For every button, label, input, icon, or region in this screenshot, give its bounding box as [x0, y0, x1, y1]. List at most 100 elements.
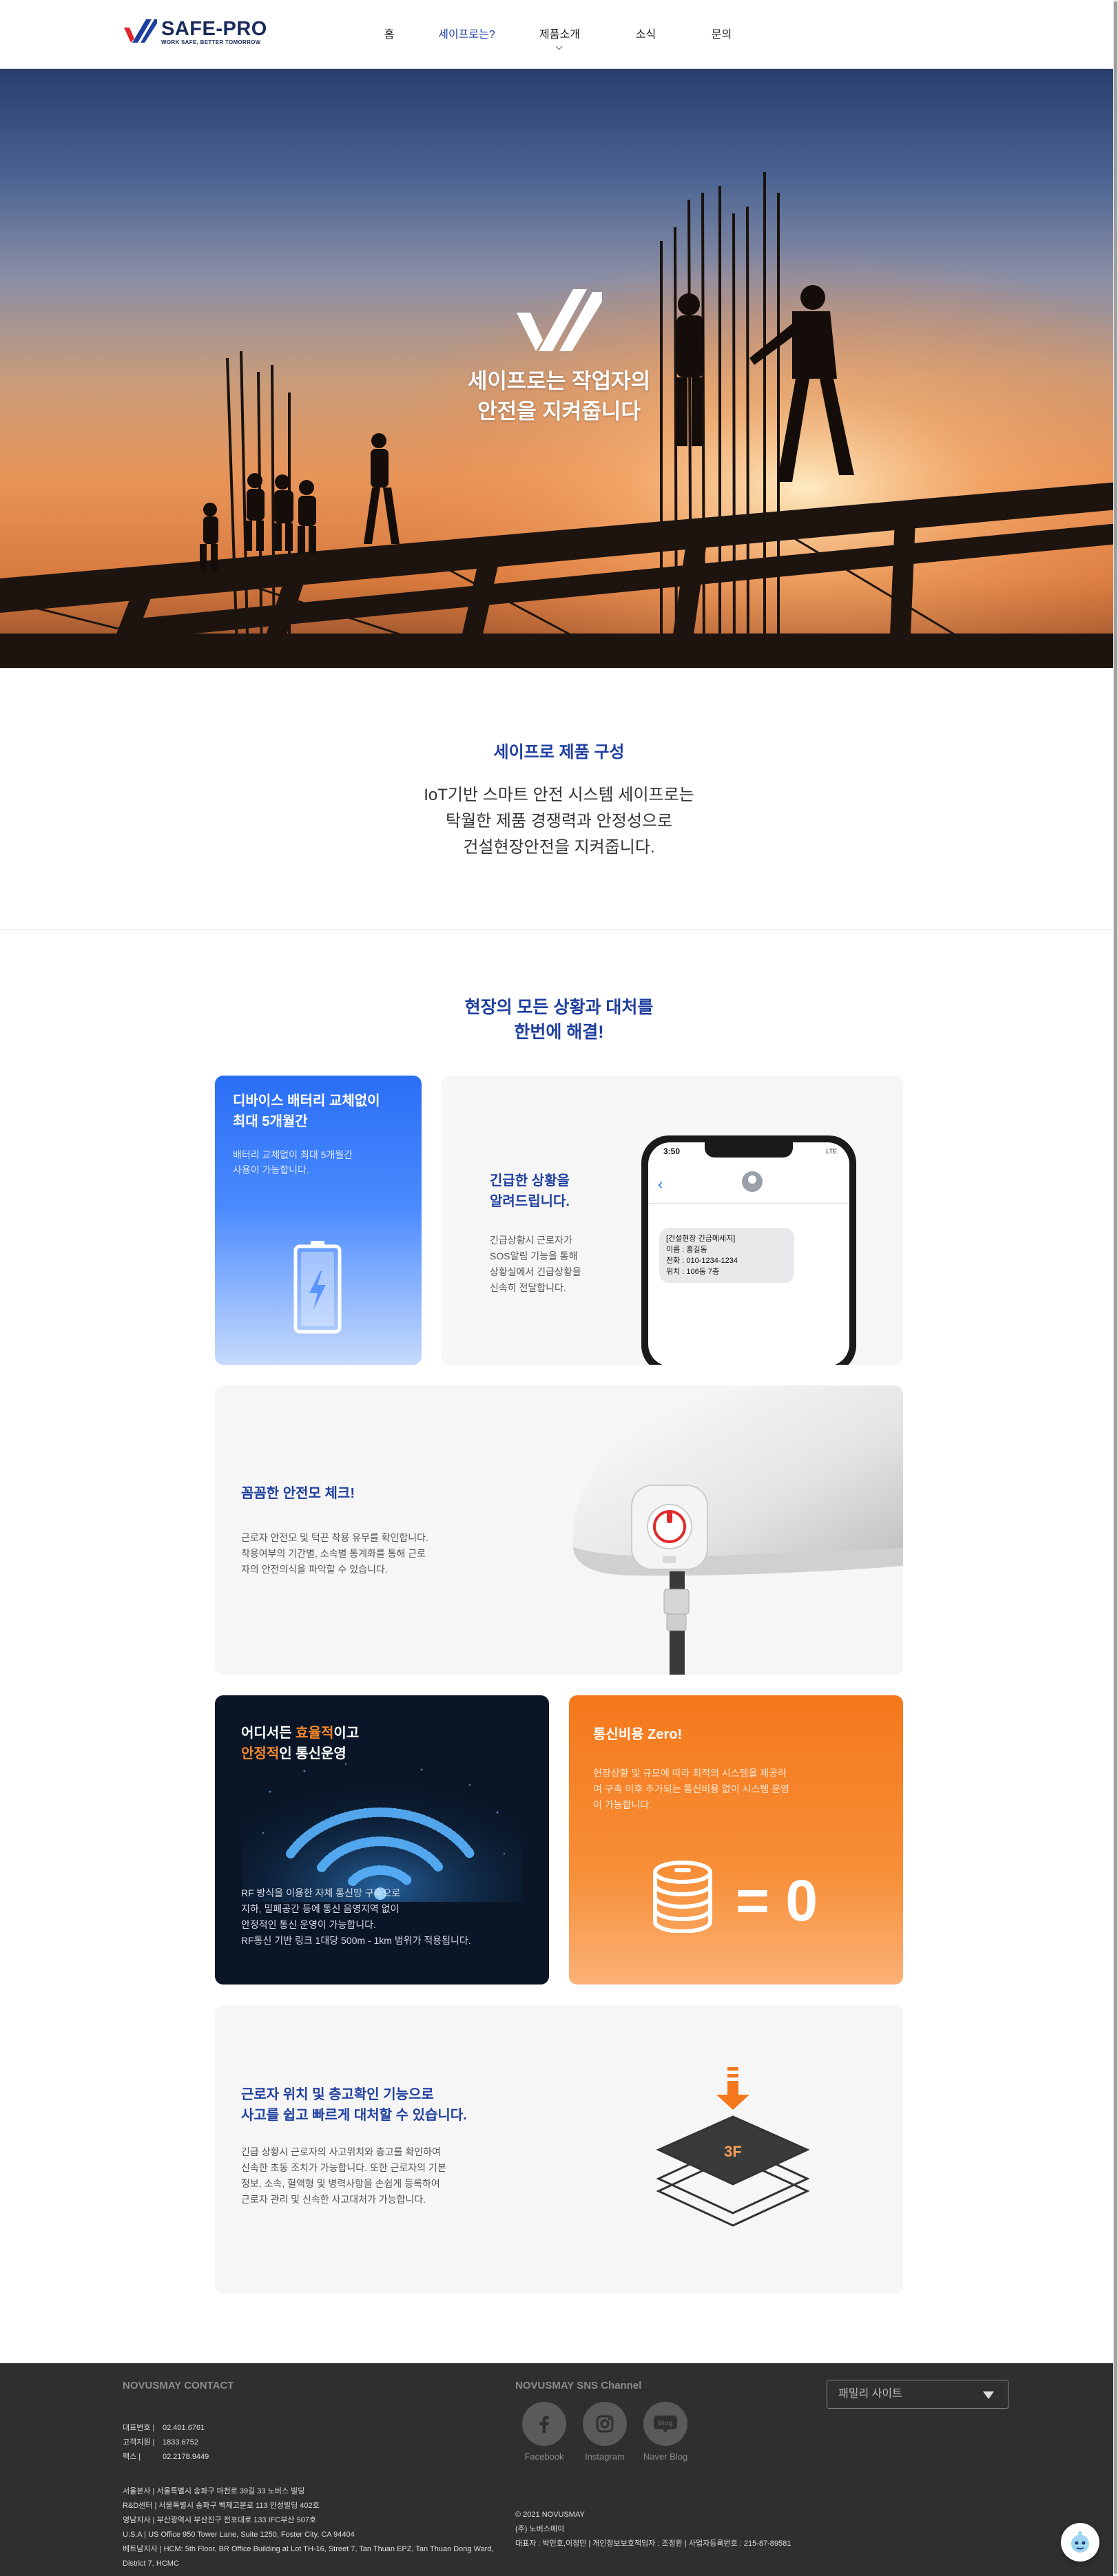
naver-blog-link[interactable]: blog Naver Blog: [635, 2402, 696, 2462]
sos-desc-line-2: SOS알림 기능을 통해: [490, 1250, 578, 1261]
contact-value: 02.2178.9449: [163, 2453, 209, 2461]
location-title-line-2: 사고를 쉽고 빠르게 대처할 수 있습니다.: [241, 2108, 467, 2123]
floor-label: 3F: [724, 2143, 742, 2160]
contact-avatar-icon: [742, 1171, 763, 1192]
contact-label: 대표번호 |: [123, 2424, 155, 2432]
page-scrollbar-thumb[interactable]: [1114, 1, 1117, 2574]
comm-title-b: 이고: [333, 1726, 360, 1741]
hardhat-sensor-icon: [572, 1385, 903, 1675]
sos-desc-line-3: 상황실에서 긴급상황을: [490, 1266, 581, 1277]
sos-desc-line-1: 긴급상황시 근로자가: [490, 1235, 572, 1246]
comm-desc-line-4: RF통신 기반 링크 1대당 500m - 1km 범위가 적용됩니다.: [241, 1935, 471, 1946]
location-feature-card: 근로자 위치 및 층고확인 기능으로 사고를 쉽고 빠르게 대처할 수 있습니다…: [215, 2005, 903, 2294]
family-site-select[interactable]: 패밀리 사이트: [827, 2380, 1008, 2409]
naver-blog-icon: blog: [643, 2402, 687, 2446]
battery-title-line-2: 최대 5개월간: [233, 1114, 308, 1129]
cost-desc-line-1: 현장상황 및 규모에 따라 최적의 시스템을 제공하: [593, 1768, 787, 1779]
sos-desc-line-4: 신속히 전달합니다.: [490, 1282, 566, 1293]
address-line: R&D센터 | 서울특별시 송파구 백제고분로 113 안성빌딩 402호: [123, 2502, 320, 2510]
features-title-line-1: 현장의 모든 상황과 대처를: [464, 998, 654, 1017]
nav-home[interactable]: 홈: [358, 25, 420, 41]
main-nav: 홈 세이프로는? 제품소개 소식 문의: [358, 25, 758, 50]
battery-card-desc: 배터리 교체없이 최대 5개월간 사용이 가능합니다.: [233, 1147, 353, 1177]
location-desc-line-4: 근로자 관리 및 신속한 사고대처가 가능합니다.: [241, 2194, 426, 2205]
features-title: 현장의 모든 상황과 대처를 한번에 해결!: [0, 995, 1118, 1045]
naver-blog-label: Naver Blog: [643, 2451, 688, 2462]
zero-cost-feature-card: 통신비용 Zero! 현장상황 및 규모에 따라 최적의 시스템을 제공하 여 …: [569, 1695, 903, 1985]
svg-text:blog: blog: [658, 2420, 672, 2427]
logo-title: SAFE-PRO: [161, 17, 267, 40]
contact-label: 팩스 |: [123, 2453, 141, 2461]
phone-notch: [705, 1142, 793, 1158]
phone-screen: 3:50 LTE ‹ [건설현장 긴급메세지] 이름 : 홍길동 전화 : 01…: [648, 1142, 849, 1365]
helmet-card-desc: 근로자 안전모 및 턱끈 착용 유무를 확인합니다. 착용여부의 기간별, 소속…: [241, 1530, 428, 1578]
nav-news[interactable]: 소식: [606, 25, 685, 41]
instagram-label: Instagram: [585, 2451, 625, 2462]
comm-title-a: 어디서든: [241, 1726, 296, 1741]
sos-card-desc: 긴급상황시 근로자가 SOS알림 기능을 통해 상황실에서 긴급상황을 신속히 …: [490, 1233, 581, 1296]
footer-contact-heading: NOVUSMAY CONTACT: [123, 2380, 234, 2391]
comm-desc-line-2: 지하, 밀폐공간 등에 통신 음영지역 없이: [241, 1903, 400, 1914]
helmet-feature-card: 꼼꼼한 안전모 체크! 근로자 안전모 및 턱끈 착용 유무를 확인합니다. 착…: [215, 1385, 903, 1675]
rf-comm-feature-card: 어디서든 효율적이고 안정적인 통신운영 RF 방식을 이용한 자체 통신망 구…: [215, 1695, 549, 1985]
hero-line-2: 안전을 지켜줍니다: [477, 399, 641, 423]
battery-desc-line-1: 배터리 교체없이 최대 5개월간: [233, 1149, 353, 1160]
site-footer: NOVUSMAY CONTACT 대표번호 | 02.401.6761 고객지원 …: [0, 2363, 1118, 2576]
comm-title-highlight-1: 효율적: [296, 1726, 334, 1741]
footer-contact-row: 팩스 | 02.2178.9449: [123, 2450, 209, 2464]
intro-line-3: 건설현장안전을 지켜줍니다.: [463, 838, 655, 857]
facebook-label: Facebook: [524, 2451, 564, 2462]
msg-line-4: 위치 : 106동 7층: [666, 1268, 720, 1276]
msg-line-2: 이름 : 홍길동: [666, 1246, 707, 1254]
sos-card-title: 긴급한 상황을 알려드립니다.: [490, 1171, 570, 1212]
msg-line-1: [건설현장 긴급메세지]: [666, 1235, 736, 1243]
footer-contact-row: 고객지원 | 1833.6752: [123, 2436, 209, 2450]
nav-products[interactable]: 제품소개: [513, 25, 606, 50]
copyright: © 2021 NOVUSMAY: [515, 2511, 585, 2519]
location-desc-line-3: 정보, 소속, 혈액형 및 병력사항을 손쉽게 등록하여: [241, 2178, 440, 2189]
address-line: District 7, HCMC: [123, 2559, 179, 2568]
footer-contact-list: 대표번호 | 02.401.6761 고객지원 | 1833.6752 팩스 | 02…: [123, 2421, 209, 2464]
logo[interactable]: SAFE-PRO WORK SAFE, BETTER TOMORROW: [123, 18, 267, 45]
nav-products-label: 제품소개: [539, 29, 580, 41]
battery-desc-line-2: 사용이 가능합니다.: [233, 1164, 309, 1175]
battery-card-title: 디바이스 배터리 교체없이 최대 5개월간: [233, 1091, 380, 1132]
chatbot-button[interactable]: [1061, 2523, 1099, 2562]
footer-address-list: 서울본사 | 서울특별시 송파구 마천로 39길 33 노버스 빌딩 R&D센터…: [123, 2484, 522, 2571]
company-registration: 대표자 : 박민호,이정민 | 개인정보보호책임자 : 조정환 | 사업자등록번…: [515, 2540, 791, 2548]
features-title-line-2: 한번에 해결!: [514, 1023, 604, 1042]
nav-contact[interactable]: 문의: [685, 25, 758, 41]
intro-line-2: 탁월한 제품 경쟁력과 안정성으로: [445, 812, 673, 830]
back-chevron-icon: ‹: [658, 1175, 663, 1193]
contact-value: 02.401.6761: [163, 2424, 205, 2432]
address-line: 서울본사 | 서울특별시 송파구 마천로 39길 33 노버스 빌딩: [123, 2487, 305, 2495]
cost-desc-line-3: 이 가능합니다.: [593, 1799, 652, 1810]
sos-title-line-2: 알려드립니다.: [490, 1194, 570, 1209]
intro-text: IoT기반 스마트 안전 시스템 세이프로는 탁월한 제품 경쟁력과 안정성으로…: [0, 782, 1118, 861]
family-site-label: 패밀리 사이트: [838, 2388, 902, 2400]
helmet-card-title: 꼼꼼한 안전모 체크!: [241, 1486, 355, 1501]
address-line: 베트남지사 | HCM: 5th Floor, BR Office Buildi…: [123, 2545, 494, 2553]
sos-title-line-1: 긴급한 상황을: [490, 1173, 570, 1188]
facebook-link[interactable]: Facebook: [514, 2402, 574, 2462]
nav-about[interactable]: 세이프로는?: [420, 25, 513, 41]
wifi-signal-icon: [242, 1750, 521, 1902]
coin-stack-icon: [653, 1861, 712, 1933]
product-intro-section: 세이프로 제품 구성 IoT기반 스마트 안전 시스템 세이프로는 탁월한 제품…: [0, 668, 1118, 930]
phone-mockup: 3:50 LTE ‹ [건설현장 긴급메세지] 이름 : 홍길동 전화 : 01…: [641, 1135, 856, 1365]
instagram-link[interactable]: Instagram: [574, 2402, 635, 2462]
sns-links: Facebook Instagram blog Naver Blog: [514, 2402, 696, 2462]
cost-card-title: 통신비용 Zero!: [593, 1727, 683, 1742]
message-header-divider: [648, 1203, 849, 1204]
contact-value: 1833.6752: [163, 2438, 198, 2447]
address-line: 영남지사 | 부산광역시 부산진구 전포대로 133 IFC부산 507호: [123, 2516, 317, 2524]
dropdown-arrow-icon: [983, 2391, 994, 2399]
msg-line-3: 전화 : 010-1234-1234: [666, 1257, 738, 1265]
location-title-line-1: 근로자 위치 및 층고확인 기능으로: [241, 2087, 434, 2102]
helmet-desc-line-1: 근로자 안전모 및 턱끈 착용 유무를 확인합니다.: [241, 1532, 428, 1543]
cost-card-desc: 현장상황 및 규모에 따라 최적의 시스템을 제공하 여 구축 이후 추가되는 …: [593, 1766, 789, 1813]
hero-line-1: 세이프로는 작업자의: [467, 369, 651, 393]
phone-time: 3:50: [663, 1146, 681, 1156]
helmet-desc-line-2: 착용여부의 기간별, 소속별 통계화를 통해 근로: [241, 1548, 426, 1559]
comm-card-desc: RF 방식을 이용한 자체 통신망 구축으로 지하, 밀폐공간 등에 통신 음영…: [241, 1885, 471, 1949]
